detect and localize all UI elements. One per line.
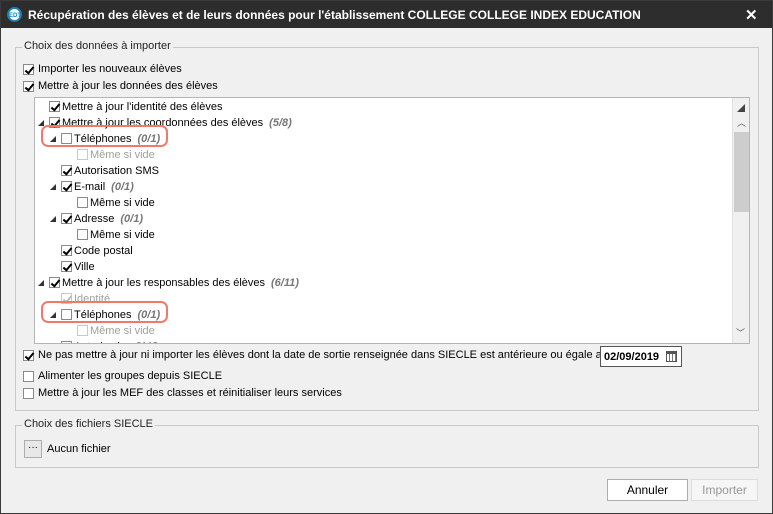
mef-checkbox[interactable] [23, 388, 34, 399]
groups-checkbox[interactable] [23, 371, 34, 382]
tree-item[interactable]: Même si vide [35, 227, 731, 243]
tree-item-label: Même si vide [90, 325, 155, 337]
dialog-window: EDT Récupération des élèves et de leurs … [0, 0, 773, 514]
tree-item[interactable]: Mettre à jour l'identité des élèves [35, 99, 731, 115]
scroll-thumb[interactable] [734, 132, 749, 212]
exclude-left-checkbox[interactable] [23, 350, 34, 361]
close-icon[interactable]: ✕ [745, 6, 758, 24]
highlight-annotation [41, 301, 168, 323]
highlight-annotation [41, 125, 168, 147]
calendar-icon[interactable] [666, 351, 677, 362]
label-text: E-mail [74, 181, 106, 193]
label-text: Même si vide [90, 197, 155, 209]
expand-triangle-icon[interactable] [50, 184, 56, 190]
tree-item[interactable]: Téléphones (0/1) [35, 125, 731, 147]
tree-item-label: E-mail (0/1) [74, 181, 134, 193]
count-badge: (5/8) [269, 117, 292, 129]
expand-triangle-icon[interactable] [38, 280, 44, 286]
label-text: Mettre à jour l'identité des élèves [62, 101, 223, 113]
label-text: Mettre à jour les responsables des élève… [62, 277, 265, 289]
cancel-button[interactable]: Annuler [607, 479, 688, 501]
options-tree[interactable]: Mettre à jour l'identité des élèves Mettr… [34, 97, 750, 344]
chevron-down-icon[interactable]: ﹀ [736, 326, 745, 339]
tree-item[interactable]: Mettre à jour les responsables des élève… [35, 275, 731, 291]
tree-item-label: Ville [74, 261, 95, 273]
exclude-left-label: Ne pas mettre à jour ni importer les élè… [38, 349, 608, 361]
label-text: Autorisation SMS [74, 165, 159, 177]
expand-triangle-icon[interactable] [38, 120, 44, 126]
title-bar: EDT Récupération des élèves et de leurs … [1, 1, 772, 28]
groups-label: Alimenter les groupes depuis SIECLE [38, 370, 223, 382]
group-legend: Choix des fichiers SIECLE [22, 418, 155, 430]
label-text: Même si vide [90, 325, 155, 337]
scroll-up-icon[interactable] [737, 104, 745, 112]
update-data-checkbox[interactable] [23, 81, 34, 92]
tree-item[interactable]: Téléphones (0/1) [35, 301, 731, 323]
tree-item-label: Même si vide [90, 149, 155, 161]
expand-triangle-icon[interactable] [50, 216, 56, 222]
tree-item-checkbox[interactable] [61, 181, 72, 192]
tree-item-checkbox[interactable] [61, 245, 72, 256]
tree-item-checkbox[interactable] [77, 325, 88, 336]
window-title: Récupération des élèves et de leurs donn… [28, 8, 641, 22]
count-badge: (0/1) [111, 181, 134, 193]
label-text: Ville [74, 261, 95, 273]
tree-item[interactable]: Même si vide [35, 147, 731, 163]
count-badge: (6/11) [271, 277, 299, 289]
tree-item[interactable]: Autorisation SMS [35, 339, 731, 343]
tree-scrollbar[interactable]: ︿ ﹀ [732, 98, 749, 343]
update-data-label: Mettre à jour les données des élèves [38, 80, 218, 92]
edt-logo: EDT [7, 7, 22, 22]
label-text: Même si vide [90, 229, 155, 241]
tree-item-label: Même si vide [90, 197, 155, 209]
tree-item-checkbox[interactable] [61, 341, 72, 343]
mef-label: Mettre à jour les MEF des classes et réi… [38, 387, 342, 399]
tree-item-label: Code postal [74, 245, 133, 257]
tree-item[interactable]: E-mail (0/1) [35, 179, 731, 195]
group-legend: Choix des données à importer [22, 40, 173, 52]
tree-item-checkbox[interactable] [77, 229, 88, 240]
tree-item-label: Adresse (0/1) [74, 213, 143, 225]
tree-item-checkbox[interactable] [61, 213, 72, 224]
tree-item[interactable]: Autorisation SMS [35, 163, 731, 179]
tree-item-label: Même si vide [90, 229, 155, 241]
tree-item-checkbox[interactable] [61, 165, 72, 176]
count-badge: (0/1) [120, 213, 143, 225]
tree-item-checkbox[interactable] [77, 197, 88, 208]
tree-item-checkbox[interactable] [61, 261, 72, 272]
tree-item-checkbox[interactable] [77, 149, 88, 160]
date-field[interactable]: 02/09/2019 [600, 346, 682, 367]
label-text: Code postal [74, 245, 133, 257]
chevron-up-icon[interactable]: ︿ [737, 116, 746, 129]
import-button[interactable]: Importer [691, 479, 758, 501]
tree-item-label: Mettre à jour les responsables des élève… [62, 277, 299, 289]
label-text: Même si vide [90, 149, 155, 161]
import-new-checkbox[interactable] [23, 64, 34, 75]
tree-item-label: Autorisation SMS [74, 341, 159, 343]
browse-button[interactable]: ··· [24, 440, 42, 458]
file-name: Aucun fichier [47, 443, 111, 455]
files-group: Choix des fichiers SIECLE [15, 418, 759, 468]
tree-item[interactable]: Même si vide [35, 323, 731, 339]
tree-item-checkbox[interactable] [49, 277, 60, 288]
date-value: 02/09/2019 [604, 351, 660, 363]
label-text: Adresse [74, 213, 115, 225]
label-text: Autorisation SMS [74, 341, 159, 343]
tree-item[interactable]: Code postal [35, 243, 731, 259]
tree-item-checkbox[interactable] [49, 101, 60, 112]
tree-item[interactable]: Ville [35, 259, 731, 275]
tree-item-label: Mettre à jour l'identité des élèves [62, 101, 222, 113]
import-new-label: Importer les nouveaux élèves [38, 63, 182, 75]
tree-item[interactable]: Même si vide [35, 195, 731, 211]
tree-item-label: Autorisation SMS [74, 165, 159, 177]
tree-item[interactable]: Adresse (0/1) [35, 211, 731, 227]
